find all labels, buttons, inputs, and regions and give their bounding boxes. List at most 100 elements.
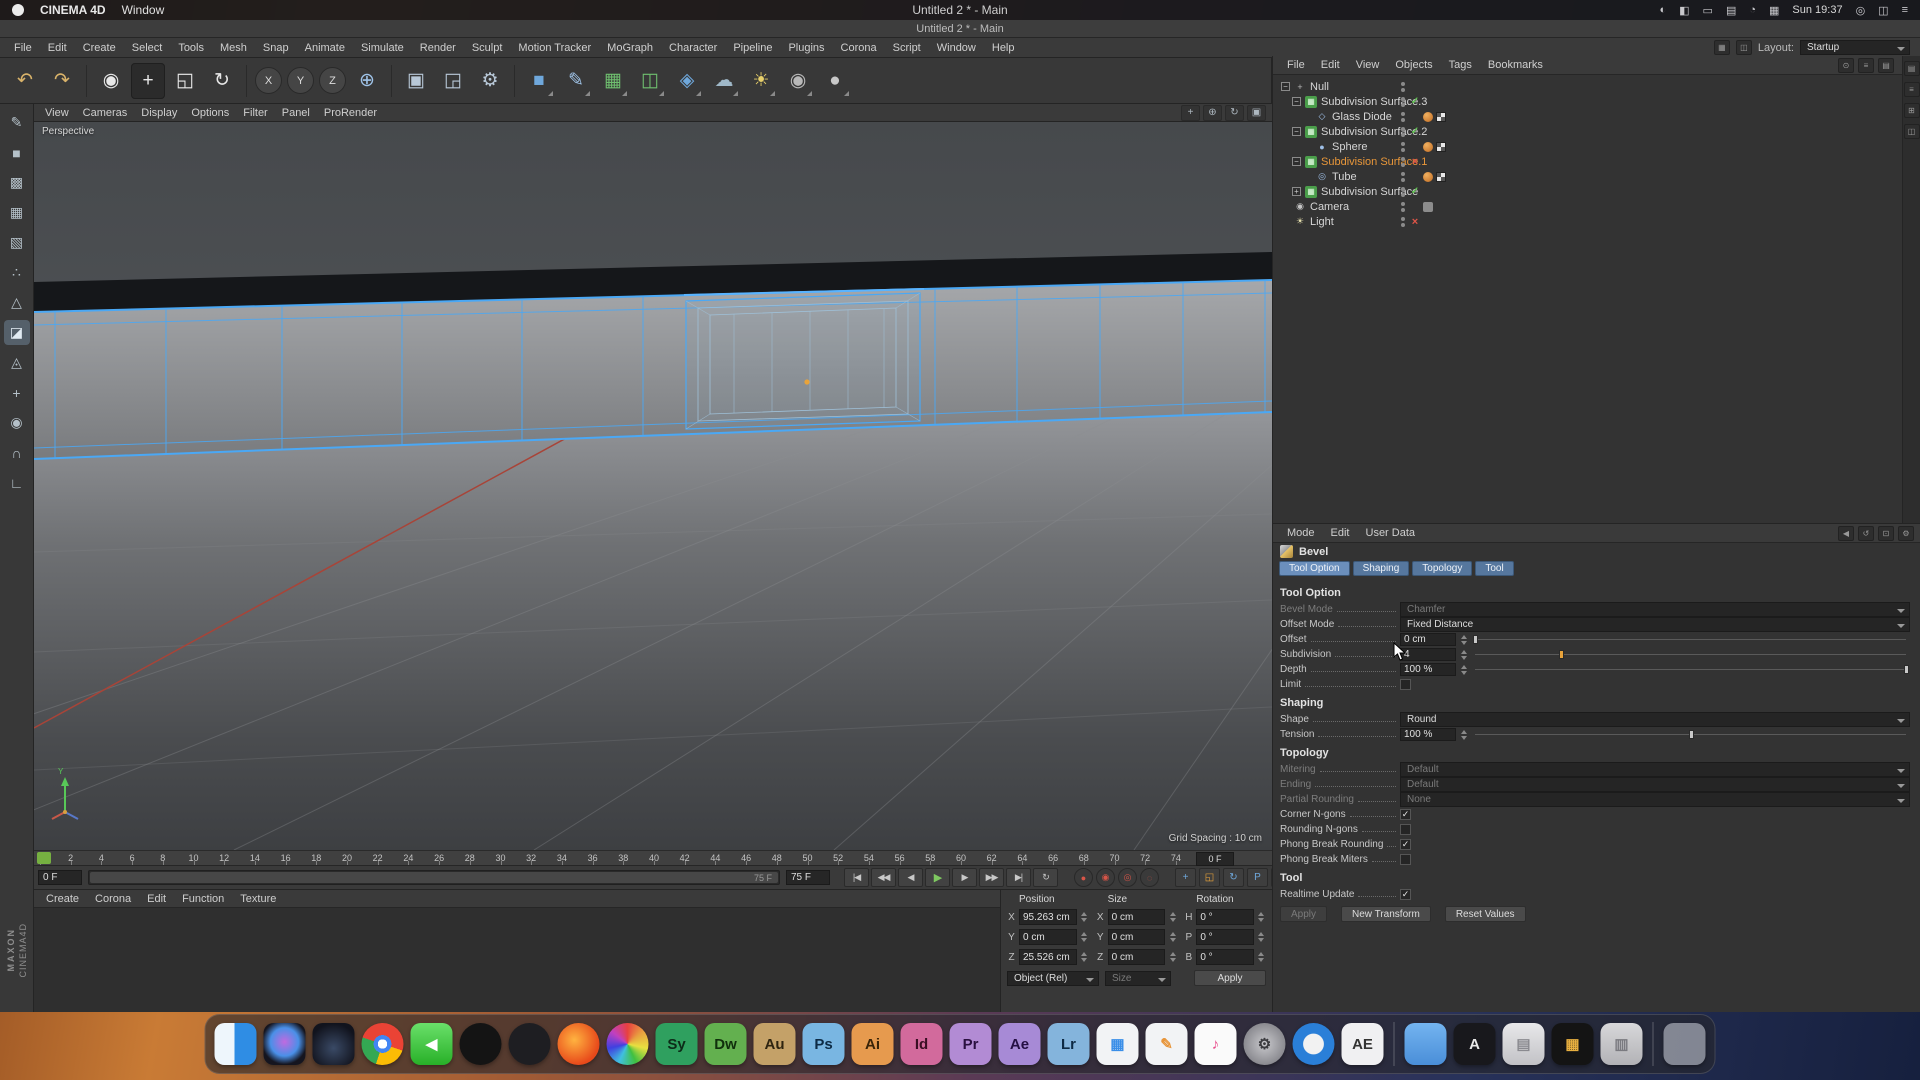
menu-mesh[interactable]: Mesh — [212, 40, 255, 56]
spinner-arrows[interactable] — [1257, 930, 1266, 944]
coord-input-size-y[interactable]: 0 cm — [1108, 929, 1166, 945]
dock-illustrator[interactable]: Ai — [852, 1023, 894, 1065]
tree-row-tube[interactable]: ◎Tube — [1273, 169, 1920, 184]
end-frame-field[interactable]: 75 F — [786, 870, 830, 885]
menu-corona[interactable]: Corona — [833, 40, 885, 56]
visibility-dots[interactable] — [1401, 127, 1405, 137]
menu-help[interactable]: Help — [984, 40, 1023, 56]
dock-trash[interactable] — [1664, 1023, 1706, 1065]
apple-menu-icon[interactable] — [12, 4, 24, 16]
spinner-arrows[interactable] — [1459, 728, 1468, 742]
bluetooth-icon[interactable]: ◧ — [1679, 4, 1689, 17]
render-view-button[interactable]: ▣ — [399, 63, 433, 99]
viewport-menu-filter[interactable]: Filter — [236, 106, 274, 120]
tree-row-glass-diode[interactable]: ◇Glass Diode — [1273, 109, 1920, 124]
am-menu-user-data[interactable]: User Data — [1358, 525, 1424, 541]
tree-row-camera[interactable]: ◉Camera — [1273, 199, 1920, 214]
timeline-ruler[interactable]: 0 F 024681012141618202224262830323436384… — [34, 850, 1272, 866]
previous-key-button[interactable]: ◀◀ — [871, 868, 896, 887]
material-menu-function[interactable]: Function — [174, 891, 232, 907]
spinner-arrows[interactable] — [1168, 910, 1177, 924]
move-tool[interactable]: + — [131, 63, 165, 99]
offset-mode-dropdown[interactable]: Fixed Distance — [1400, 617, 1910, 632]
redo-button[interactable]: ↷ — [45, 63, 79, 99]
window-titlebar[interactable]: Untitled 2 * - Main — [0, 20, 1920, 38]
dock-photoshop[interactable]: Ps — [803, 1023, 845, 1065]
pan-view-icon[interactable]: + — [1181, 105, 1200, 121]
axis-mode-tool[interactable]: + — [4, 380, 30, 405]
dock-creative-cloud[interactable]: AE — [1342, 1023, 1384, 1065]
subdivision-surface-menu[interactable]: ▦ — [596, 63, 630, 99]
record-scale-toggle[interactable]: ◱ — [1199, 868, 1220, 887]
spinner-arrows[interactable] — [1080, 930, 1089, 944]
autokeying-button[interactable]: ◉ — [1096, 868, 1115, 887]
polygons-mode-tool[interactable]: ◪ — [4, 320, 30, 345]
spinner-arrows[interactable] — [1168, 930, 1177, 944]
record-parameter-toggle[interactable]: P — [1247, 868, 1268, 887]
dock-siri[interactable] — [264, 1023, 306, 1065]
previous-frame-button[interactable]: ◀ — [898, 868, 923, 887]
spinner-arrows[interactable] — [1168, 950, 1177, 964]
menubar-clock[interactable]: Sun 19:37 — [1792, 4, 1842, 16]
visibility-dots[interactable] — [1401, 187, 1405, 197]
dock-premiere[interactable]: Pr — [950, 1023, 992, 1065]
enabled-check-icon[interactable]: ✓ — [1410, 186, 1420, 197]
quantize-tool[interactable]: ∟ — [4, 470, 30, 495]
slider-handle[interactable] — [1473, 635, 1478, 644]
viewport-menu-options[interactable]: Options — [184, 106, 236, 120]
dock-music[interactable]: ♪ — [1195, 1023, 1237, 1065]
material-menu-texture[interactable]: Texture — [232, 891, 284, 907]
om-filter-icon[interactable]: ≡ — [1858, 58, 1874, 73]
spline-pen-menu[interactable]: ✎ — [559, 63, 593, 99]
layout-panel-icon-1[interactable]: ▦ — [1714, 40, 1730, 55]
om-menu-view[interactable]: View — [1348, 57, 1388, 73]
coord-input-rotation-p[interactable]: 0 ° — [1196, 929, 1254, 945]
dock-documents-stack[interactable]: ▤ — [1503, 1023, 1545, 1065]
panel-tab-icon-4[interactable]: ◫ — [1904, 124, 1920, 139]
om-layer-icon[interactable]: ▤ — [1878, 58, 1894, 73]
expand-icon[interactable]: + — [1292, 187, 1301, 196]
dock-system-preferences[interactable]: ⚙ — [1244, 1023, 1286, 1065]
next-frame-button[interactable]: ▶ — [952, 868, 977, 887]
dock-photos-dark-app[interactable] — [460, 1023, 502, 1065]
am-back-icon[interactable]: ◀ — [1838, 526, 1854, 541]
dock-lightroom[interactable]: Lr — [1048, 1023, 1090, 1065]
edges-mode-tool[interactable]: △ — [4, 290, 30, 315]
deformer-menu[interactable]: ◈ — [670, 63, 704, 99]
menu-select[interactable]: Select — [124, 40, 171, 56]
spinner-arrows[interactable] — [1080, 950, 1089, 964]
undo-button[interactable]: ↶ — [8, 63, 42, 99]
menu-mograph[interactable]: MoGraph — [599, 40, 661, 56]
reset-values-button[interactable]: Reset Values — [1445, 906, 1526, 922]
wifi-icon[interactable]: ◔ — [1749, 4, 1756, 17]
coordinates-apply-button[interactable]: Apply — [1194, 970, 1266, 986]
slider-handle[interactable] — [1689, 730, 1694, 739]
visibility-dots[interactable] — [1401, 217, 1405, 227]
tree-row-subdivision-surface[interactable]: +▦Subdivision Surface✓ — [1273, 184, 1920, 199]
am-lock-icon[interactable]: ⊡ — [1878, 526, 1894, 541]
record-keyframe-button[interactable]: ● — [1074, 868, 1093, 887]
spotlight-icon[interactable]: ◎ — [1856, 4, 1866, 17]
rotate-view-icon[interactable]: ↻ — [1225, 105, 1244, 121]
material-tag-icon[interactable] — [1423, 142, 1433, 152]
tree-row-subdivision-surface-3[interactable]: −▦Subdivision Surface.3✓ — [1273, 94, 1920, 109]
add-primitive-menu[interactable]: ■ — [522, 63, 556, 99]
keyframe-presets-button[interactable]: ◌ — [1140, 868, 1159, 887]
play-button[interactable]: ▶ — [925, 868, 950, 887]
tab-shaping[interactable]: Shaping — [1353, 561, 1410, 576]
loop-button[interactable]: ↻ — [1033, 868, 1058, 887]
menu-create[interactable]: Create — [75, 40, 124, 56]
visibility-dots[interactable] — [1401, 82, 1405, 92]
uv-mode-tool[interactable]: ▧ — [4, 230, 30, 255]
material-tag-icon[interactable] — [1423, 172, 1433, 182]
menu-script[interactable]: Script — [885, 40, 929, 56]
tree-row-sphere[interactable]: ●Sphere — [1273, 139, 1920, 154]
tension-slider[interactable] — [1475, 728, 1906, 741]
environment-menu[interactable]: ☁ — [707, 63, 741, 99]
spinner-arrows[interactable] — [1459, 648, 1468, 662]
dock-audition[interactable]: Au — [754, 1023, 796, 1065]
menu-render[interactable]: Render — [412, 40, 464, 56]
dock-finder[interactable] — [215, 1023, 257, 1065]
visibility-dots[interactable] — [1401, 172, 1405, 182]
phong-break-miters-checkbox[interactable] — [1400, 854, 1411, 865]
